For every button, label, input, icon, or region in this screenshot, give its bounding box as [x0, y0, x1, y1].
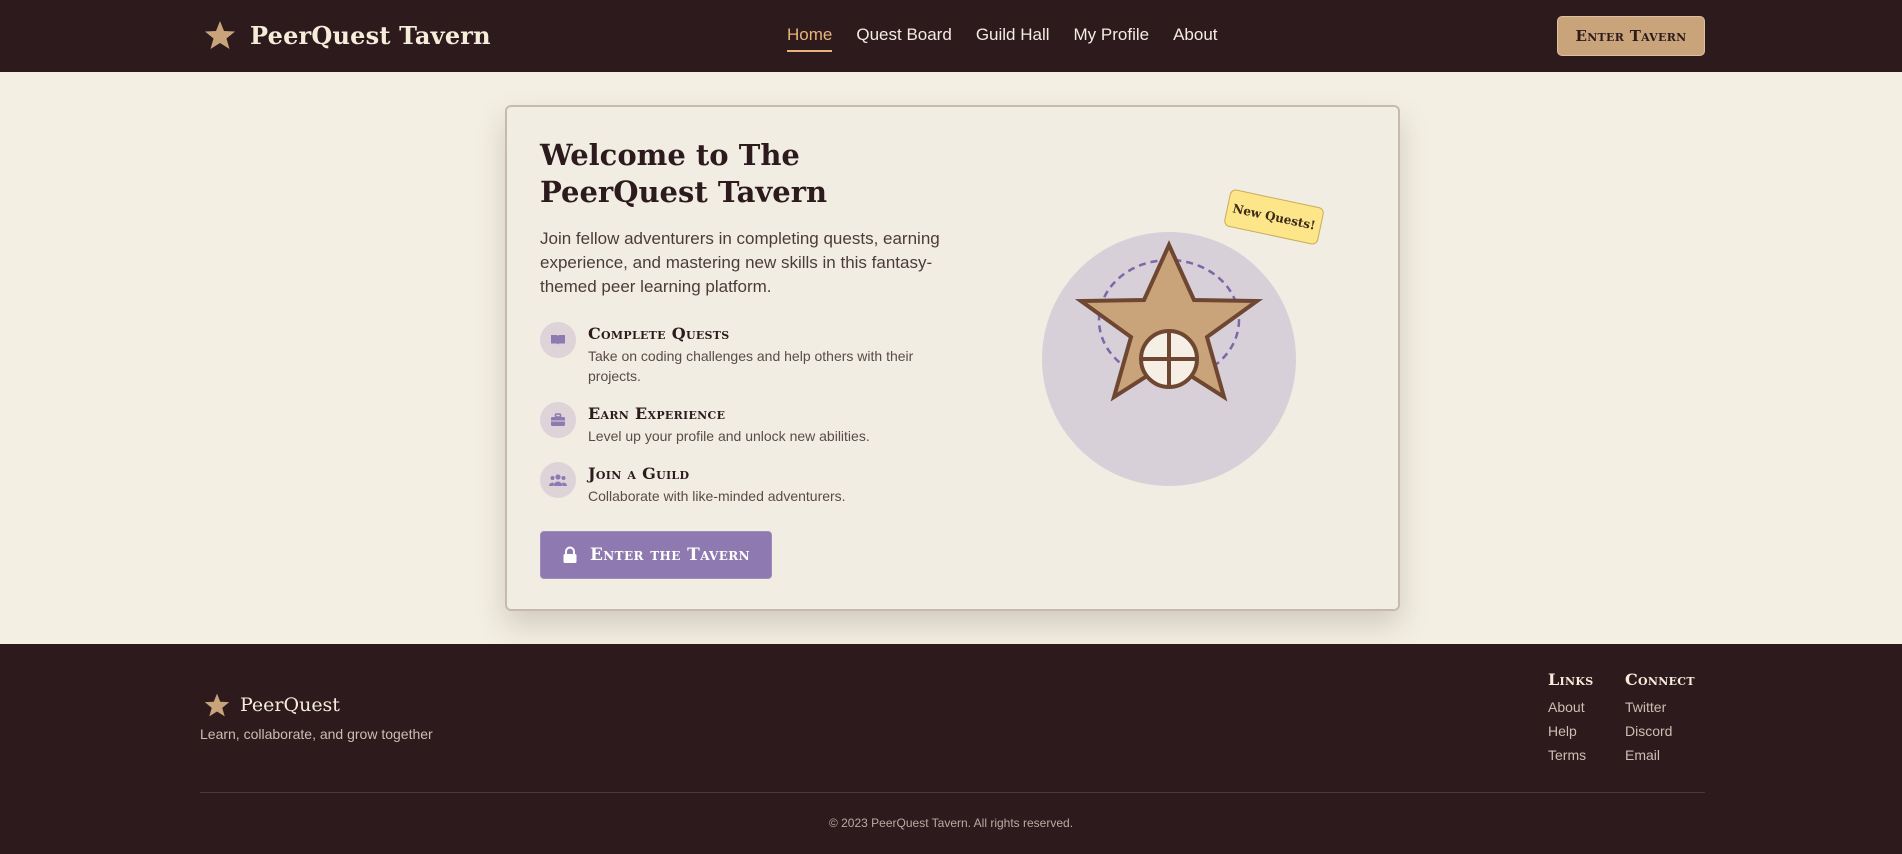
nav-about[interactable]: About: [1173, 22, 1217, 52]
footer-divider: [200, 792, 1705, 793]
feature-text: Collaborate with like-minded adventurers…: [588, 488, 846, 504]
footer-connect-heading: Connect: [1625, 670, 1695, 689]
star-emblem-illustration: [1074, 240, 1264, 402]
footer-link-help[interactable]: Help: [1548, 719, 1593, 743]
footer-links-heading: Links: [1548, 670, 1594, 689]
footer-brand-name: PeerQuest: [240, 694, 340, 716]
main-nav: Home Quest Board Guild Hall My Profile A…: [787, 22, 1218, 52]
star-logo-icon: [204, 693, 230, 717]
welcome-card: Welcome to The PeerQuest Tavern Join fel…: [505, 105, 1400, 611]
footer-link-email[interactable]: Email: [1625, 743, 1695, 767]
enter-the-tavern-button[interactable]: Enter the Tavern: [540, 531, 772, 579]
nav-home[interactable]: Home: [787, 22, 833, 52]
footer-link-terms[interactable]: Terms: [1548, 743, 1593, 767]
feature-text: Take on coding challenges and help other…: [588, 348, 914, 384]
site-footer: PeerQuest Learn, collaborate, and grow t…: [0, 644, 1902, 854]
footer-brand[interactable]: PeerQuest: [204, 692, 340, 718]
copyright-text: © 2023 PeerQuest Tavern. All rights rese…: [828, 816, 1074, 830]
feature-earn-experience: Earn Experience Level up your profile an…: [540, 402, 960, 446]
footer-connect-column: Connect Twitter Discord Email: [1625, 670, 1695, 767]
intro-text: Join fellow adventurers in completing qu…: [540, 229, 940, 296]
feature-title: Earn Experience: [588, 404, 726, 423]
brand-link[interactable]: PeerQuest Tavern: [204, 15, 491, 55]
nav-my-profile[interactable]: My Profile: [1074, 22, 1150, 52]
lock-icon: [563, 546, 577, 563]
feature-title: Complete Quests: [588, 324, 730, 343]
book-icon: [540, 322, 576, 358]
footer-tagline: Learn, collaborate, and grow together: [200, 726, 433, 742]
feature-complete-quests: Complete Quests Take on coding challenge…: [540, 322, 960, 386]
nav-quest-board[interactable]: Quest Board: [856, 22, 951, 52]
page-title: Welcome to The PeerQuest Tavern: [540, 138, 828, 209]
feature-join-guild: Join a Guild Collaborate with like-minde…: [540, 462, 960, 506]
feature-title: Join a Guild: [588, 464, 690, 483]
feature-text: Level up your profile and unlock new abi…: [588, 428, 870, 444]
top-navbar: PeerQuest Tavern Home Quest Board Guild …: [0, 0, 1902, 72]
cta-label: Enter the Tavern: [589, 545, 751, 565]
star-logo-icon: [205, 21, 235, 49]
users-icon: [540, 462, 576, 498]
enter-tavern-button[interactable]: Enter Tavern: [1557, 16, 1705, 56]
briefcase-icon: [540, 402, 576, 438]
nav-guild-hall[interactable]: Guild Hall: [976, 22, 1050, 52]
footer-link-twitter[interactable]: Twitter: [1625, 695, 1695, 719]
footer-link-about[interactable]: About: [1548, 695, 1593, 719]
footer-links-column: Links About Help Terms: [1548, 670, 1593, 767]
brand-title: PeerQuest Tavern: [250, 20, 491, 50]
footer-link-discord[interactable]: Discord: [1625, 719, 1695, 743]
